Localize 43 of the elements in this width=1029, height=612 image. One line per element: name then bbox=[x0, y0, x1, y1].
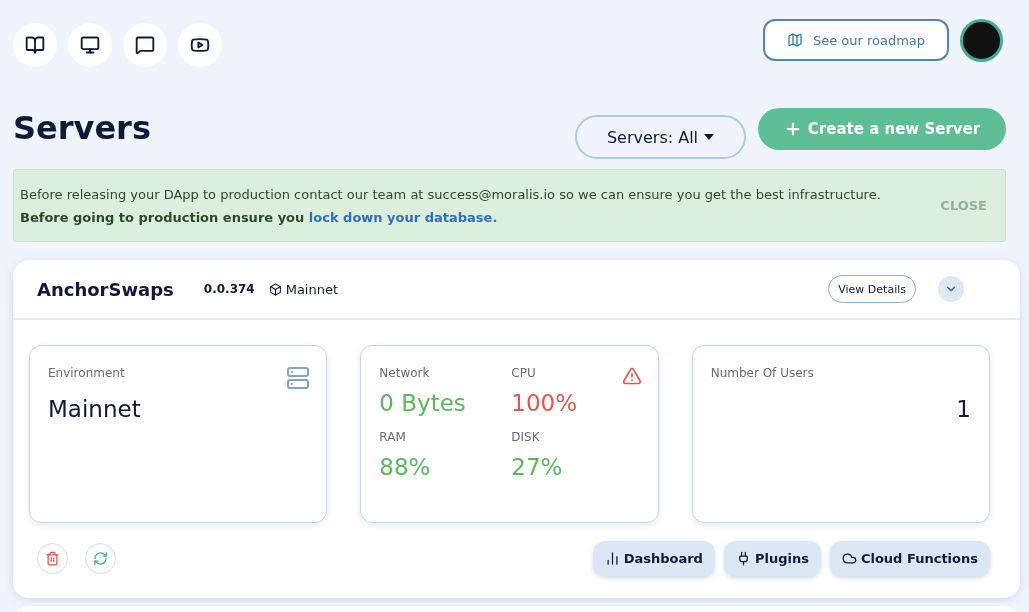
servers-filter[interactable]: Servers: All bbox=[575, 115, 746, 159]
nav-icon-button[interactable] bbox=[178, 23, 222, 67]
stat-label: Environment bbox=[48, 366, 125, 380]
server-version: 0.0.374 bbox=[203, 282, 255, 296]
refresh-icon bbox=[93, 551, 108, 566]
chart-icon bbox=[604, 551, 620, 566]
chat-icon bbox=[135, 35, 155, 55]
nav-icon-button[interactable] bbox=[13, 23, 57, 67]
action-button[interactable]: Cloud Functions bbox=[829, 541, 990, 576]
stat-value: 0 Bytes bbox=[379, 390, 467, 416]
action-button[interactable]: Plugins bbox=[723, 541, 821, 576]
stat-label: CPU bbox=[511, 366, 536, 380]
stat-label: RAM bbox=[379, 430, 406, 444]
stat-value: 88% bbox=[379, 454, 432, 480]
monitor-icon bbox=[80, 35, 100, 55]
stat-value: Mainnet bbox=[48, 396, 142, 422]
server-icon bbox=[286, 366, 311, 390]
action-button[interactable]: Dashboard bbox=[592, 541, 715, 576]
avatar[interactable] bbox=[960, 18, 1003, 62]
roadmap-button[interactable]: See our roadmap bbox=[763, 19, 949, 61]
server-network: Mainnet bbox=[285, 281, 339, 297]
delete-button[interactable] bbox=[37, 543, 68, 574]
stat-label: DISK bbox=[511, 430, 540, 444]
notice-text: Before releasing your DApp to production contact our team at success@moralis.io so we can ensure you get the best infrastructure. bbox=[20, 186, 882, 202]
stat-label: Network bbox=[379, 366, 430, 380]
page-title: Servers bbox=[13, 109, 152, 147]
cloud-icon bbox=[841, 551, 857, 566]
map-icon bbox=[786, 32, 803, 48]
trash-icon bbox=[45, 551, 60, 566]
book-icon bbox=[25, 35, 45, 55]
cube-icon bbox=[268, 282, 282, 296]
server-name: AnchorSwaps bbox=[37, 278, 174, 300]
view-details-button[interactable]: View Details bbox=[828, 275, 916, 303]
video-icon bbox=[190, 35, 210, 55]
stat-label: Number Of Users bbox=[710, 366, 814, 380]
stat-value: 100% bbox=[511, 390, 579, 416]
stat-value: 1 bbox=[955, 396, 971, 422]
caret-icon bbox=[704, 134, 715, 140]
notice-text: Before going to production ensure you lock down your database. bbox=[20, 209, 499, 225]
nav-icon-button[interactable] bbox=[68, 23, 112, 67]
stat-value: 27% bbox=[511, 454, 564, 480]
nav-icon-button[interactable] bbox=[123, 23, 167, 67]
database-link[interactable]: lock down your database. bbox=[308, 209, 498, 225]
